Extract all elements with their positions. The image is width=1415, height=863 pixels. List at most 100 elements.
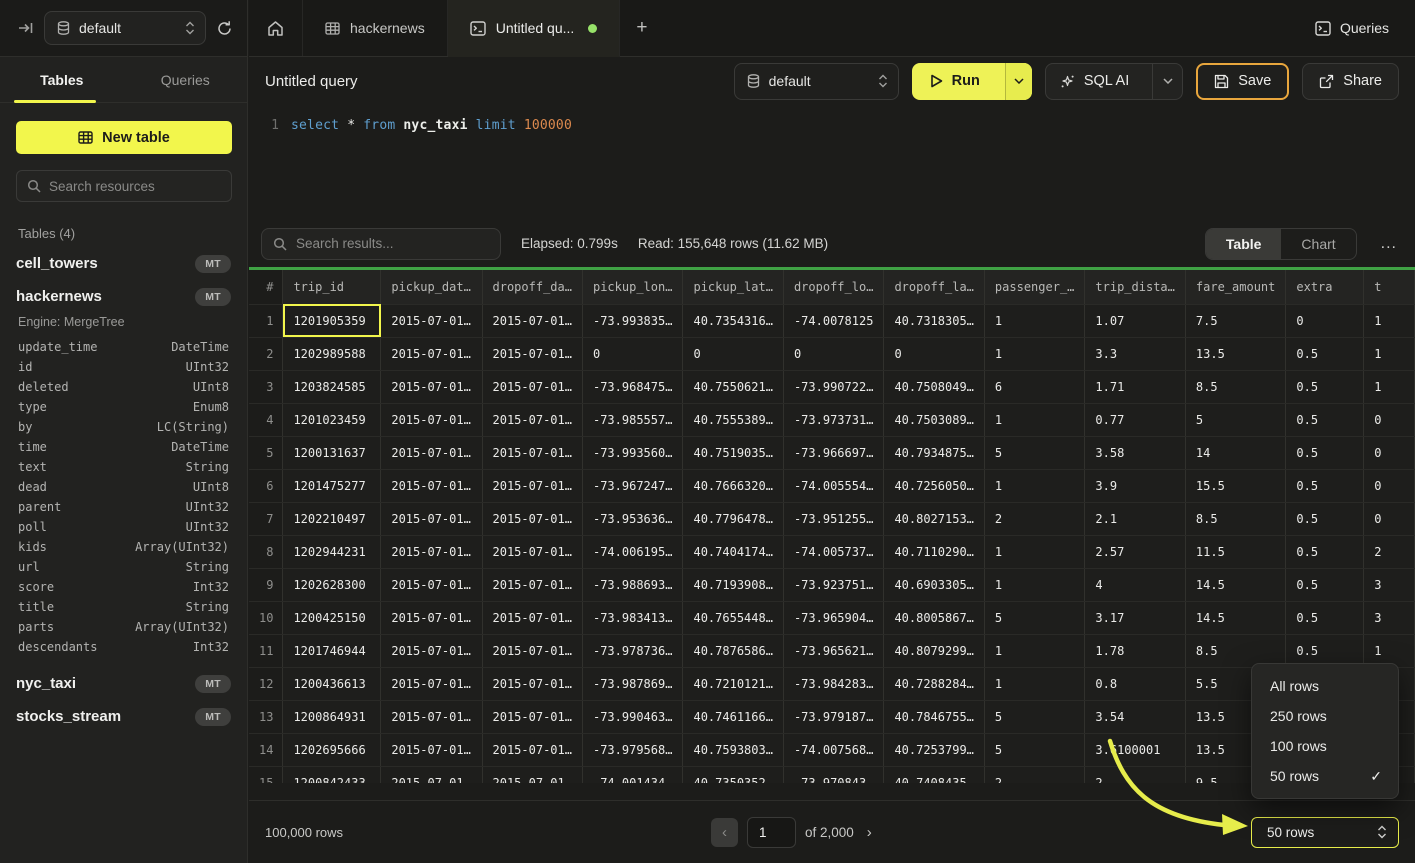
table-cell[interactable]: 3.58 bbox=[1085, 436, 1185, 469]
table-cell[interactable]: 3.9 bbox=[1085, 469, 1185, 502]
table-cell[interactable]: 2015-07-01… bbox=[482, 469, 582, 502]
table-cell[interactable]: 2015-07-01… bbox=[482, 634, 582, 667]
column-header[interactable]: extra bbox=[1286, 270, 1364, 304]
table-cell[interactable]: 2 bbox=[1364, 535, 1415, 568]
sql-editor[interactable]: 1 select * from nyc_taxi limit 100000 bbox=[249, 105, 1415, 220]
table-cell[interactable]: 2015-07-01… bbox=[381, 403, 482, 436]
table-cell[interactable]: 40.8005867… bbox=[884, 601, 984, 634]
table-cell[interactable]: 40.7210121… bbox=[683, 667, 783, 700]
table-cell[interactable]: 1201475277 bbox=[283, 469, 381, 502]
table-cell[interactable]: -73.990463… bbox=[582, 700, 682, 733]
table-cell[interactable]: 0.5 bbox=[1286, 370, 1364, 403]
table-cell[interactable]: -73.979568… bbox=[582, 733, 682, 766]
table-cell[interactable]: 2015-07-01… bbox=[482, 601, 582, 634]
column-header[interactable]: fare_amount bbox=[1185, 270, 1285, 304]
run-options-caret[interactable] bbox=[1005, 63, 1032, 100]
tab-untitled-query[interactable]: Untitled qu... bbox=[448, 0, 621, 57]
table-cell[interactable]: 2015-07-01… bbox=[482, 337, 582, 370]
column-header[interactable]: dropoff_la… bbox=[884, 270, 984, 304]
table-cell[interactable]: 2 bbox=[984, 502, 1084, 535]
table-cell[interactable]: -73.968475… bbox=[582, 370, 682, 403]
table-cell[interactable]: 3 bbox=[1364, 568, 1415, 601]
table-cell[interactable]: 14.5 bbox=[1185, 601, 1285, 634]
table-cell[interactable]: 1 bbox=[984, 304, 1084, 337]
sidebar-table-hackernews[interactable]: hackernews MT bbox=[16, 280, 231, 313]
table-cell[interactable]: -73.983413… bbox=[582, 601, 682, 634]
table-cell[interactable]: 8.5 bbox=[1185, 370, 1285, 403]
table-cell[interactable]: 15.5 bbox=[1185, 469, 1285, 502]
table-cell[interactable]: 5 bbox=[984, 436, 1084, 469]
column-header[interactable]: passenger_… bbox=[984, 270, 1084, 304]
table-cell[interactable]: 0.8 bbox=[1085, 667, 1185, 700]
table-cell[interactable]: 40.8027153… bbox=[884, 502, 984, 535]
table-cell[interactable]: 2015-07-01… bbox=[381, 667, 482, 700]
column-header[interactable]: # bbox=[249, 270, 283, 304]
sidebar-tab-queries[interactable]: Queries bbox=[124, 57, 248, 102]
table-cell[interactable]: 3.3 bbox=[1085, 337, 1185, 370]
table-cell[interactable]: 40.7655448… bbox=[683, 601, 783, 634]
table-cell[interactable]: 0 bbox=[1364, 502, 1415, 535]
table-cell[interactable]: -73.993835… bbox=[582, 304, 682, 337]
table-cell[interactable]: 0 bbox=[884, 337, 984, 370]
table-cell[interactable]: 1 bbox=[984, 667, 1084, 700]
run-button[interactable]: Run bbox=[912, 63, 1032, 100]
view-tab-chart[interactable]: Chart bbox=[1281, 229, 1355, 259]
table-cell[interactable]: 2015-07-01… bbox=[381, 634, 482, 667]
table-cell[interactable]: 2015-07-01… bbox=[381, 766, 482, 783]
table-cell[interactable]: 1202989588 bbox=[283, 337, 381, 370]
table-cell[interactable]: -73.970843 bbox=[783, 766, 883, 783]
sidebar-table-nyc-taxi[interactable]: nyc_taxi MT bbox=[16, 667, 231, 700]
new-tab-button[interactable]: + bbox=[620, 0, 663, 56]
table-cell[interactable]: 40.7503089… bbox=[884, 403, 984, 436]
results-more-button[interactable]: ... bbox=[1377, 235, 1401, 253]
table-cell[interactable]: 1.71 bbox=[1085, 370, 1185, 403]
table-cell[interactable]: 1 bbox=[1364, 337, 1415, 370]
table-cell[interactable]: 2.57 bbox=[1085, 535, 1185, 568]
table-cell[interactable]: 1201023459 bbox=[283, 403, 381, 436]
table-cell[interactable]: 2015-07-01… bbox=[381, 601, 482, 634]
column-header[interactable]: dropoff_da… bbox=[482, 270, 582, 304]
table-cell[interactable]: 40.7461166… bbox=[683, 700, 783, 733]
sql-ai-button[interactable]: SQL AI bbox=[1045, 63, 1183, 100]
table-cell[interactable]: 1 bbox=[984, 568, 1084, 601]
table-cell[interactable]: 14 bbox=[1185, 436, 1285, 469]
table-cell[interactable]: 2015-07-01… bbox=[381, 535, 482, 568]
table-cell[interactable]: 4 bbox=[1085, 568, 1185, 601]
table-cell[interactable]: 0.5 bbox=[1286, 337, 1364, 370]
table-cell[interactable]: 40.7876586… bbox=[683, 634, 783, 667]
table-cell[interactable]: 2015-07-01… bbox=[381, 502, 482, 535]
queries-button[interactable]: Queries bbox=[1303, 0, 1415, 56]
table-cell[interactable]: -73.966697… bbox=[783, 436, 883, 469]
tab-hackernews[interactable]: hackernews bbox=[303, 0, 448, 56]
table-cell[interactable]: 2015-07-01… bbox=[381, 370, 482, 403]
sidebar-search-input[interactable] bbox=[49, 179, 221, 194]
table-cell[interactable]: 2 bbox=[984, 766, 1084, 783]
table-cell[interactable]: 40.7934875… bbox=[884, 436, 984, 469]
table-cell[interactable]: 1202210497 bbox=[283, 502, 381, 535]
table-cell[interactable]: -73.985557… bbox=[582, 403, 682, 436]
table-cell[interactable]: 1202944231 bbox=[283, 535, 381, 568]
table-cell[interactable]: 11.5 bbox=[1185, 535, 1285, 568]
table-cell[interactable]: 40.7253799… bbox=[884, 733, 984, 766]
table-cell[interactable]: 2015-07-01… bbox=[482, 568, 582, 601]
table-cell[interactable]: -73.988693… bbox=[582, 568, 682, 601]
database-selector[interactable]: default bbox=[44, 11, 206, 45]
refresh-icon[interactable] bbox=[216, 20, 233, 37]
next-page-button[interactable]: › bbox=[863, 824, 876, 841]
table-cell[interactable]: 5 bbox=[984, 733, 1084, 766]
table-cell[interactable]: 1200425150 bbox=[283, 601, 381, 634]
table-cell[interactable]: 7.5 bbox=[1185, 304, 1285, 337]
column-header[interactable]: pickup_dat… bbox=[381, 270, 482, 304]
table-cell[interactable]: 2 bbox=[1085, 766, 1185, 783]
table-cell[interactable]: -73.951255… bbox=[783, 502, 883, 535]
table-cell[interactable]: 40.7593803… bbox=[683, 733, 783, 766]
table-cell[interactable]: 5 bbox=[984, 700, 1084, 733]
table-cell[interactable]: 2015-07-01… bbox=[482, 370, 582, 403]
page-number-input[interactable] bbox=[747, 817, 796, 848]
table-cell[interactable]: 2015-07-01… bbox=[381, 304, 482, 337]
table-cell[interactable]: -73.923751… bbox=[783, 568, 883, 601]
table-cell[interactable]: 0.5 bbox=[1286, 601, 1364, 634]
table-cell[interactable]: 40.7408435 bbox=[884, 766, 984, 783]
table-cell[interactable]: 40.7354316… bbox=[683, 304, 783, 337]
column-header[interactable]: dropoff_lo… bbox=[783, 270, 883, 304]
